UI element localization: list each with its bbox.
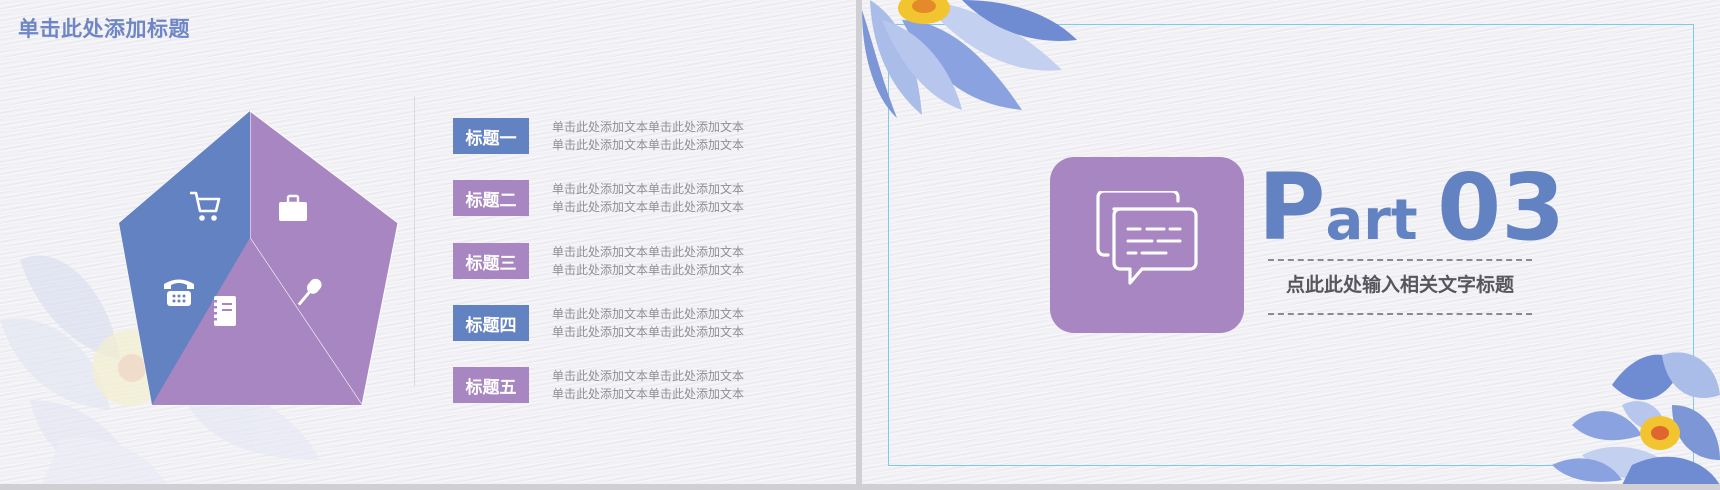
list-label-3[interactable]: 标题三 xyxy=(453,243,529,279)
chat-bubbles-icon xyxy=(1096,191,1198,285)
list-desc-5[interactable]: 单击此处添加文本单击此处添加文本 单击此处添加文本单击此处添加文本 xyxy=(552,367,792,403)
icon-card xyxy=(1050,157,1244,333)
list-label-5[interactable]: 标题五 xyxy=(453,367,529,403)
slide-title[interactable]: 单击此处添加标题 xyxy=(18,13,190,43)
pentagon-diagram xyxy=(118,109,399,407)
part-heading[interactable]: Part 03 xyxy=(1258,162,1565,254)
section-subtitle[interactable]: 点此此处输入相关文字标题 xyxy=(1268,270,1532,297)
list-label-2[interactable]: 标题二 xyxy=(453,180,529,216)
notebook-icon xyxy=(212,296,236,326)
lotus-bottom-right xyxy=(1552,352,1720,484)
divider xyxy=(414,96,415,386)
list-desc-2[interactable]: 单击此处添加文本单击此处添加文本 单击此处添加文本单击此处添加文本 xyxy=(552,180,792,216)
list-desc-3[interactable]: 单击此处添加文本单击此处添加文本 单击此处添加文本单击此处添加文本 xyxy=(552,243,792,279)
right-slide: Part 03 点此此处输入相关文字标题 xyxy=(862,0,1720,484)
left-slide: 单击此处添加标题 标题一 单击此处添加文本单击此处添加文本 单击此处添加文本单击… xyxy=(0,0,856,484)
list-label-4[interactable]: 标题四 xyxy=(453,305,529,341)
dashed-line-bottom xyxy=(1268,313,1532,315)
list-label-1[interactable]: 标题一 xyxy=(453,118,529,154)
list-desc-4[interactable]: 单击此处添加文本单击此处添加文本 单击此处添加文本单击此处添加文本 xyxy=(552,305,792,341)
dashed-line-top xyxy=(1268,259,1532,261)
list-desc-1[interactable]: 单击此处添加文本单击此处添加文本 单击此处添加文本单击此处添加文本 xyxy=(552,118,792,154)
lotus-top-left xyxy=(862,0,1077,118)
